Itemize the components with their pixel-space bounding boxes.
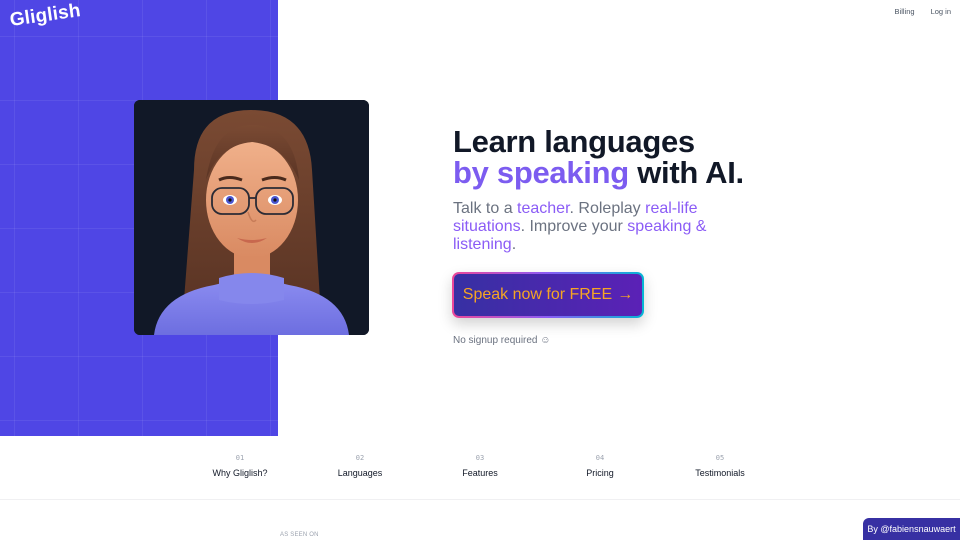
section-nav-why[interactable]: 01 Why Gliglish? (180, 454, 300, 478)
login-link[interactable]: Log in (931, 7, 951, 16)
hero: Learn languages by speaking with AI. Tal… (453, 126, 913, 254)
avatar-image (134, 100, 369, 335)
headline-rest: with AI. (628, 155, 744, 190)
section-nav: 01 Why Gliglish? 02 Languages 03 Feature… (180, 454, 780, 478)
no-signup-label: No signup required (453, 335, 538, 346)
section-label: Pricing (586, 468, 614, 478)
no-signup-note: No signup required ☺ (453, 335, 551, 346)
smiley-icon: ☺ (540, 335, 551, 346)
section-nav-languages[interactable]: 02 Languages (300, 454, 420, 478)
logo[interactable]: Gliglish (8, 0, 82, 32)
billing-link[interactable]: Billing (895, 7, 915, 16)
section-label: Features (462, 468, 498, 478)
section-divider (0, 499, 960, 500)
section-nav-testimonials[interactable]: 05 Testimonials (660, 454, 780, 478)
cta-label: Speak now for FREE (462, 286, 613, 303)
hero-headline: Learn languages by speaking with AI. (453, 126, 913, 188)
headline-accent: by speaking (453, 155, 629, 190)
headline-line1: Learn languages (453, 124, 695, 159)
section-nav-pricing[interactable]: 04 Pricing (540, 454, 660, 478)
section-number: 03 (475, 454, 485, 462)
page: Gliglish Billing Log in Learn languages … (0, 0, 960, 540)
arrow-right-icon: → (617, 286, 634, 303)
section-number: 04 (595, 454, 605, 462)
section-nav-features[interactable]: 03 Features (420, 454, 540, 478)
subtitle-text: . (511, 236, 517, 253)
section-number: 05 (715, 454, 725, 462)
section-label: Testimonials (695, 468, 745, 478)
author-badge[interactable]: By @fabiensnauwaert (863, 518, 960, 540)
subtitle-text: . Improve your (520, 218, 628, 235)
speak-now-button[interactable]: Speak now for FREE → (454, 274, 642, 316)
subtitle-text: . Roleplay (569, 200, 646, 217)
section-number: 01 (235, 454, 245, 462)
section-label: Why Gliglish? (212, 468, 268, 478)
teacher-avatar-illustration (134, 100, 369, 335)
cta-border: Speak now for FREE → (452, 272, 644, 318)
as-seen-on-label: AS SEEN ON (280, 532, 319, 538)
section-number: 02 (355, 454, 365, 462)
top-nav: Billing Log in (895, 7, 951, 16)
section-label: Languages (337, 468, 383, 478)
subtitle-text: Talk to a (453, 200, 518, 217)
subtitle-highlight: teacher (517, 200, 570, 217)
hero-subtitle: Talk to a teacher. Roleplay real-life si… (453, 200, 723, 254)
